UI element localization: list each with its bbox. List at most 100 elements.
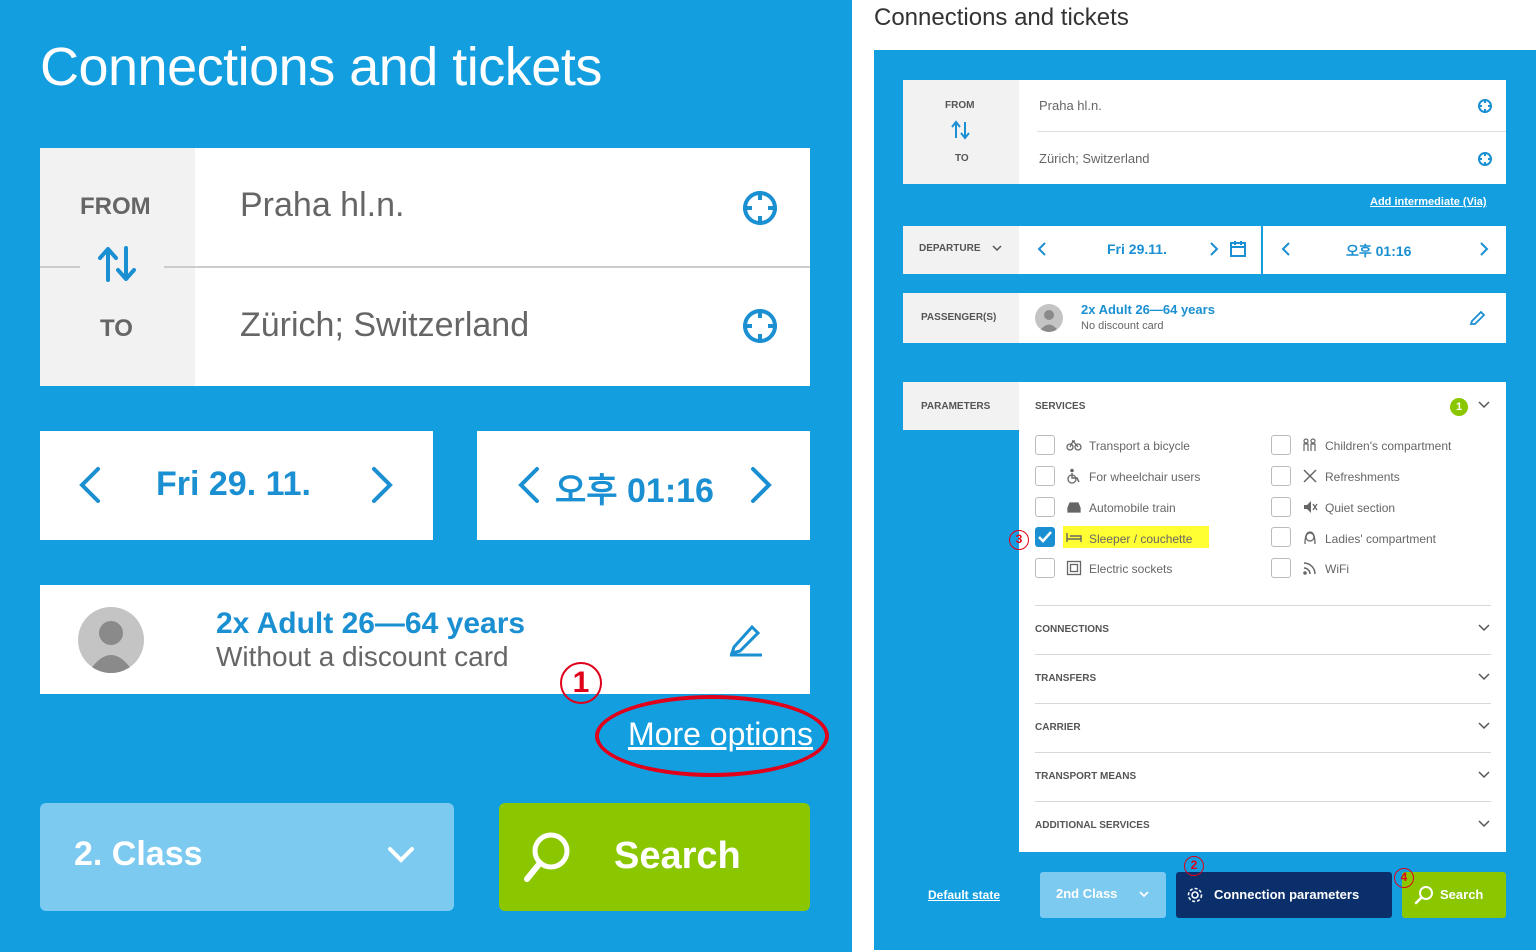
chevron-down-icon[interactable]: [1477, 399, 1491, 411]
date-value[interactable]: Fri 29. 11.: [156, 465, 311, 504]
chevron-down-icon: [1477, 671, 1491, 683]
calendar-icon[interactable]: [1229, 240, 1247, 258]
locate-icon[interactable]: [1477, 98, 1493, 114]
chevron-down-icon: [991, 243, 1003, 253]
left-panel: Connections and tickets FROM TO Praha hl…: [0, 0, 852, 952]
connection-parameters-button[interactable]: Connection parameters: [1176, 872, 1392, 918]
section-transfers[interactable]: TRANSFERS: [1035, 654, 1491, 702]
wifi-icon: [1302, 560, 1318, 576]
locate-icon[interactable]: [740, 188, 780, 228]
pencil-icon[interactable]: [1469, 308, 1487, 326]
chevron-down-icon: [1477, 769, 1491, 781]
wheelchair-icon: [1066, 468, 1082, 484]
locate-icon[interactable]: [740, 306, 780, 346]
time-value[interactable]: 오후 01:16: [1346, 241, 1411, 261]
section-additional-services[interactable]: ADDITIONAL SERVICES: [1035, 801, 1491, 849]
swap-icon[interactable]: [96, 244, 140, 284]
checkbox-refreshments[interactable]: [1271, 466, 1291, 486]
chevron-right-icon[interactable]: [1479, 241, 1489, 257]
from-input[interactable]: Praha hl.n.: [1039, 98, 1102, 113]
departure-label-cell[interactable]: DEPARTURE: [903, 226, 1019, 274]
avatar: [1035, 304, 1063, 332]
from-input[interactable]: Praha hl.n.: [240, 186, 404, 225]
chevron-down-icon: [1138, 889, 1150, 899]
passenger-discount: Without a discount card: [216, 641, 509, 672]
more-options-link[interactable]: More options: [628, 716, 813, 753]
chevron-down-icon: [1477, 720, 1491, 732]
chevron-left-icon[interactable]: [517, 465, 541, 505]
search-icon: [1414, 885, 1434, 905]
chevron-left-icon[interactable]: [1281, 241, 1291, 257]
divider: [164, 266, 810, 268]
checkbox-children[interactable]: [1271, 435, 1291, 455]
annotation-marker-1: 1: [560, 662, 602, 704]
chevron-down-icon: [1477, 622, 1491, 634]
parameters-label: PARAMETERS: [903, 382, 1019, 430]
passenger-discount: No discount card: [1081, 320, 1164, 332]
section-transport-means[interactable]: TRANSPORT MEANS: [1035, 752, 1491, 800]
services-header[interactable]: SERVICES: [1035, 401, 1085, 412]
chevron-left-icon[interactable]: [78, 465, 102, 505]
checkbox-automobile[interactable]: [1035, 497, 1055, 517]
annotation-marker-2: 2: [1184, 856, 1204, 876]
service-label: Quiet section: [1325, 501, 1396, 515]
checkbox-wifi[interactable]: [1271, 558, 1291, 578]
divider: [1261, 226, 1263, 274]
chevron-left-icon[interactable]: [1037, 241, 1047, 257]
passenger-summary: 2x Adult 26—64 years: [216, 607, 526, 640]
checkbox-quiet[interactable]: [1271, 497, 1291, 517]
avatar: [78, 607, 144, 673]
default-state-link[interactable]: Default state: [928, 888, 1000, 902]
search-button-label: Search: [1440, 887, 1484, 902]
mute-icon: [1302, 499, 1318, 515]
service-label: Transport a bicycle: [1089, 439, 1190, 453]
class-select[interactable]: 2nd Class: [1040, 872, 1166, 918]
from-label: FROM: [80, 193, 151, 220]
chevron-right-icon[interactable]: [749, 465, 773, 505]
to-input[interactable]: Zürich; Switzerland: [240, 306, 529, 345]
search-button[interactable]: Search: [499, 803, 810, 911]
to-label: TO: [955, 153, 969, 164]
add-intermediate-link[interactable]: Add intermediate (Via): [1370, 196, 1487, 208]
passenger-row[interactable]: PASSENGER(S) 2x Adult 26—64 years No dis…: [903, 293, 1506, 343]
to-input[interactable]: Zürich; Switzerland: [1039, 151, 1150, 166]
chevron-right-icon[interactable]: [1209, 241, 1219, 257]
from-to-card: FROM TO Praha hl.n. Zürich; Switzerland: [40, 148, 810, 386]
pencil-icon[interactable]: [726, 617, 766, 657]
search-icon: [521, 829, 573, 885]
section-label: ADDITIONAL SERVICES: [1035, 820, 1150, 831]
section-carrier[interactable]: CARRIER: [1035, 703, 1491, 751]
checkbox-sleeper[interactable]: [1035, 527, 1055, 547]
time-value[interactable]: 오후 01:16: [555, 463, 714, 512]
departure-label: DEPARTURE: [919, 243, 981, 254]
search-button[interactable]: Search: [1402, 872, 1506, 918]
passenger-card[interactable]: 2x Adult 26—64 years Without a discount …: [40, 585, 810, 694]
class-select[interactable]: 2. Class: [40, 803, 454, 911]
checkbox-bicycle[interactable]: [1035, 435, 1055, 455]
connection-parameters-label: Connection parameters: [1214, 887, 1360, 902]
swap-icon[interactable]: [950, 120, 972, 140]
date-value[interactable]: Fri 29.11.: [1107, 241, 1167, 257]
passengers-label: PASSENGER(S): [903, 293, 1019, 343]
cutlery-icon: [1302, 468, 1318, 484]
to-label: TO: [100, 315, 133, 342]
chevron-right-icon[interactable]: [370, 465, 394, 505]
bed-icon: [1066, 531, 1082, 543]
divider: [40, 266, 80, 268]
service-label: Refreshments: [1325, 470, 1400, 484]
from-to-card: FROM TO Praha hl.n. Zürich; Switzerland: [903, 80, 1506, 184]
services-count-badge: 1: [1450, 398, 1468, 416]
children-icon: [1302, 438, 1318, 452]
time-picker: 오후 01:16: [477, 431, 810, 540]
service-label: For wheelchair users: [1089, 470, 1201, 484]
service-label: WiFi: [1325, 562, 1349, 576]
annotation-marker-3: 3: [1009, 530, 1029, 550]
search-button-label: Search: [614, 835, 741, 877]
checkbox-sockets[interactable]: [1035, 558, 1055, 578]
chevron-down-icon: [1477, 818, 1491, 830]
chevron-down-icon: [386, 843, 416, 867]
checkbox-ladies[interactable]: [1271, 527, 1291, 547]
section-connections[interactable]: CONNECTIONS: [1035, 605, 1491, 653]
locate-icon[interactable]: [1477, 151, 1493, 167]
checkbox-wheelchair[interactable]: [1035, 466, 1055, 486]
